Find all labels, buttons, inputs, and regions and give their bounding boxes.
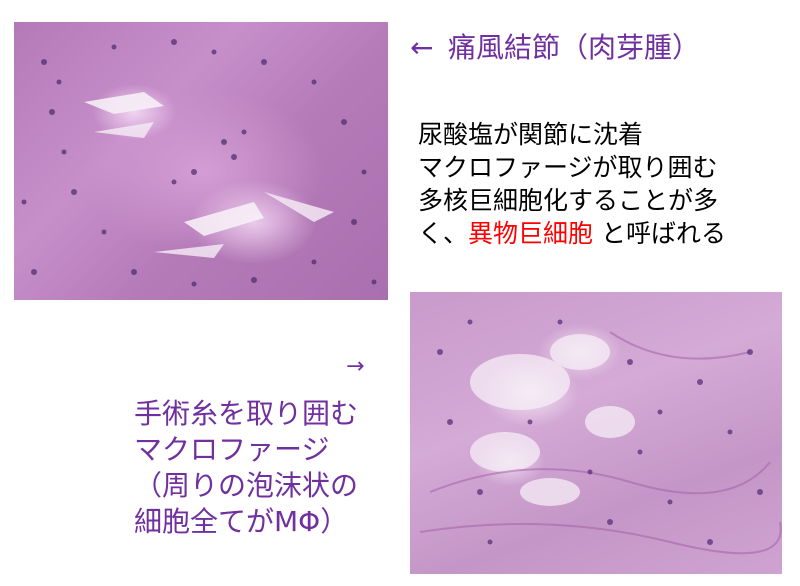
- description-line-4-suffix: と呼ばれる: [593, 219, 726, 248]
- description-line-2: マクロファージが取り囲む: [418, 153, 718, 182]
- suture-label-line-2: マクロファージ: [134, 433, 330, 466]
- suture-label-line-1: 手術糸を取り囲む: [134, 397, 359, 430]
- gout-tophus-histology-image: [14, 22, 388, 300]
- suture-label-line-3: （周りの泡沫状の: [134, 469, 359, 502]
- left-arrow-icon: ←: [410, 31, 434, 64]
- right-arrow-icon: →: [346, 354, 365, 379]
- gout-histology-texture: [21, 39, 377, 287]
- description-line-4-prefix: く、: [418, 219, 469, 248]
- description-line-1: 尿酸塩が関節に沈着: [418, 120, 644, 149]
- description-line-3: 多核巨細胞化することが多: [418, 186, 719, 215]
- description-text: 尿酸塩が関節に沈着 マクロファージが取り囲む 多核巨細胞化することが多 く、異物…: [418, 118, 726, 250]
- gout-tophus-label: 痛風結節（肉芽腫）: [448, 31, 701, 64]
- suture-label-line-4: 細胞全てがMΦ）: [134, 505, 349, 538]
- suture-macrophage-label: 手術糸を取り囲む マクロファージ （周りの泡沫状の 細胞全てがMΦ）: [134, 396, 358, 540]
- description-line-4: く、異物巨細胞 と呼ばれる: [418, 217, 726, 250]
- foreign-body-giant-cell-term: 異物巨細胞: [468, 219, 594, 248]
- suture-macrophage-histology-image: [410, 292, 782, 574]
- suture-histology-texture: [419, 319, 782, 555]
